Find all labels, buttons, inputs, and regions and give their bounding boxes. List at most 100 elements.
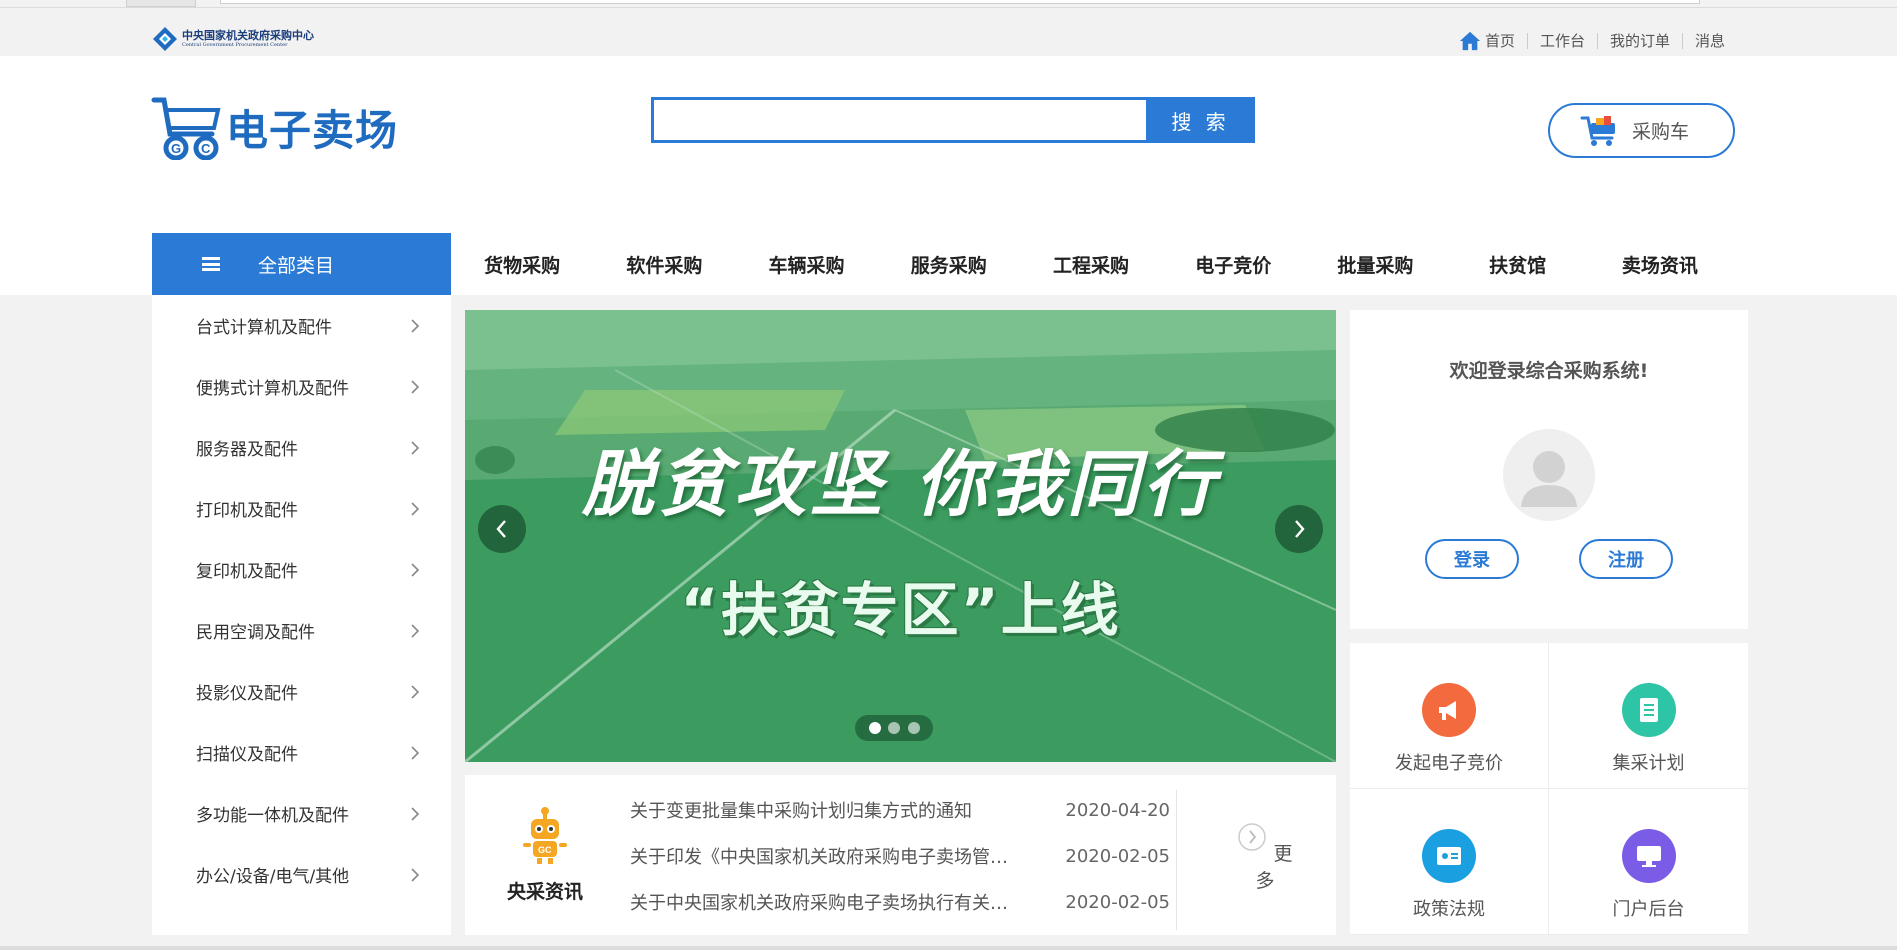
chevron-right-icon: [1295, 520, 1305, 538]
carousel-dot[interactable]: [868, 722, 881, 734]
svg-text:C: C: [201, 141, 211, 156]
news-title: 关于中央国家机关政府采购电子卖场执行有关…: [630, 893, 1008, 914]
news-label: 央采资讯: [506, 881, 583, 903]
user-placeholder-icon: [1521, 451, 1577, 507]
messages-link[interactable]: 消息: [1681, 33, 1737, 49]
welcome-text: 欢迎登录综合采购系统!: [1449, 360, 1649, 382]
category-item[interactable]: 投影仪及配件: [152, 661, 451, 722]
quick-link-procurement-plan[interactable]: 集采计划: [1549, 643, 1748, 789]
category-label: 复印机及配件: [196, 562, 298, 582]
farmland-background-image: [465, 310, 1336, 762]
category-item[interactable]: 扫描仪及配件: [152, 722, 451, 783]
brand-logo[interactable]: G C 电子卖场: [150, 94, 398, 160]
svg-text:G: G: [171, 141, 181, 156]
home-link[interactable]: 首页: [1447, 30, 1527, 52]
register-button[interactable]: 注册: [1579, 539, 1673, 579]
category-label: 台式计算机及配件: [196, 318, 332, 338]
my-orders-link[interactable]: 我的订单: [1596, 33, 1682, 49]
news-date: 2020-02-05: [1065, 891, 1170, 913]
quick-link-label: 集采计划: [1612, 753, 1685, 774]
category-label: 便携式计算机及配件: [196, 379, 349, 399]
quick-links-grid: 发起电子竞价 集采计划 政策法规 门户后台: [1350, 643, 1748, 935]
news-title: 关于变更批量集中采购计划归集方式的通知: [630, 801, 972, 822]
chevron-left-icon: [496, 520, 506, 538]
nav-poverty-relief[interactable]: 扶贫馆: [1447, 251, 1589, 278]
category-label: 打印机及配件: [196, 501, 298, 521]
news-item[interactable]: 关于印发《中央国家机关政府采购电子卖场管… 2020-02-05: [630, 833, 1170, 879]
news-badge: GC 央采资讯: [495, 805, 595, 904]
category-item[interactable]: 民用空调及配件: [152, 600, 451, 661]
document-list-icon: [1621, 683, 1676, 737]
shopping-cart-button[interactable]: 采购车: [1548, 103, 1735, 158]
news-more-link[interactable]: 更多: [1235, 822, 1295, 893]
carousel-prev-button[interactable]: [478, 505, 526, 553]
nav-bulk-purchase[interactable]: 批量采购: [1304, 251, 1446, 278]
auth-buttons: 登录 注册: [1350, 539, 1748, 579]
login-button[interactable]: 登录: [1425, 539, 1519, 579]
category-label: 多功能一体机及配件: [196, 806, 349, 826]
carousel-dot[interactable]: [907, 722, 920, 734]
home-icon: [1459, 31, 1481, 51]
nav-news[interactable]: 卖场资讯: [1589, 251, 1731, 278]
carousel-next-button[interactable]: [1275, 505, 1323, 553]
search-input[interactable]: [651, 97, 1146, 143]
svg-text:GC: GC: [538, 845, 552, 855]
login-panel: 欢迎登录综合采购系统! 登录 注册: [1350, 310, 1748, 629]
nav-vehicles[interactable]: 车辆采购: [735, 251, 877, 278]
promo-banner-carousel[interactable]: 脱贫攻坚 你我同行 “扶贫专区”上线: [465, 310, 1336, 762]
chevron-right-icon: [411, 806, 420, 821]
brand-title: 电子卖场: [226, 105, 399, 155]
category-label: 投影仪及配件: [196, 684, 298, 704]
megaphone-icon: [1422, 683, 1476, 737]
category-item[interactable]: 服务器及配件: [152, 417, 451, 478]
category-item[interactable]: 便携式计算机及配件: [152, 356, 451, 417]
bottom-edge: [0, 946, 1897, 950]
chevron-circle-right-icon: [1238, 823, 1267, 851]
banner-subline: “扶贫专区”上线: [680, 576, 1121, 644]
news-panel: GC 央采资讯 关于变更批量集中采购计划归集方式的通知 2020-04-20 关于…: [465, 775, 1336, 935]
category-item[interactable]: 办公/设备/电气/其他: [152, 844, 451, 905]
quick-link-e-bidding[interactable]: 发起电子竞价: [1350, 643, 1549, 789]
nav-goods[interactable]: 货物采购: [451, 251, 593, 278]
news-item[interactable]: 关于变更批量集中采购计划归集方式的通知 2020-04-20: [630, 787, 1170, 833]
org-diamond-logo-icon: [153, 27, 177, 51]
carousel-pagination: [855, 715, 933, 741]
all-categories-button[interactable]: 全部类目: [152, 233, 451, 295]
chevron-right-icon: [411, 562, 420, 577]
news-item[interactable]: 关于中央国家机关政府采购电子卖场执行有关… 2020-02-05: [630, 879, 1170, 925]
address-bar[interactable]: [220, 0, 1700, 4]
browser-tab[interactable]: [126, 0, 196, 7]
quick-link-label: 门户后台: [1612, 899, 1685, 920]
chevron-right-icon: [411, 745, 420, 760]
nav-services[interactable]: 服务采购: [878, 251, 1020, 278]
search-box: 搜 索: [651, 97, 1255, 143]
category-item[interactable]: 多功能一体机及配件: [152, 783, 451, 844]
category-item[interactable]: 台式计算机及配件: [152, 295, 451, 356]
browser-chrome-strip: [0, 0, 1897, 8]
category-item[interactable]: 复印机及配件: [152, 539, 451, 600]
search-button[interactable]: 搜 索: [1146, 97, 1255, 143]
category-item[interactable]: 打印机及配件: [152, 478, 451, 539]
quick-link-policies[interactable]: 政策法规: [1350, 789, 1549, 935]
org-logo[interactable]: 中央国家机关政府采购中心 Central Government Procurem…: [152, 24, 314, 54]
all-categories-label: 全部类目: [258, 254, 335, 277]
nav-software[interactable]: 软件采购: [593, 251, 735, 278]
robot-mascot-icon: GC: [523, 807, 567, 864]
org-name-en: Central Government Procurement Center: [182, 42, 288, 48]
hamburger-menu-icon: [202, 257, 220, 271]
category-sidebar: 台式计算机及配件 便携式计算机及配件 服务器及配件 打印机及配件 复印机及配件 …: [152, 295, 451, 935]
news-date: 2020-04-20: [1065, 799, 1170, 821]
chevron-right-icon: [411, 867, 420, 882]
chevron-right-icon: [411, 379, 420, 394]
category-label: 服务器及配件: [196, 440, 298, 460]
chevron-right-icon: [411, 440, 420, 455]
nav-e-bidding[interactable]: 电子竞价: [1162, 251, 1304, 278]
cart-label: 采购车: [1632, 121, 1690, 143]
carousel-dot[interactable]: [888, 722, 900, 734]
quick-link-portal-admin[interactable]: 门户后台: [1549, 789, 1748, 935]
book-icon: [1422, 829, 1476, 883]
news-divider: [1176, 790, 1177, 930]
nav-engineering[interactable]: 工程采购: [1020, 251, 1162, 278]
workbench-link[interactable]: 工作台: [1526, 33, 1597, 49]
shopping-cart-logo-icon: G C: [151, 97, 221, 160]
